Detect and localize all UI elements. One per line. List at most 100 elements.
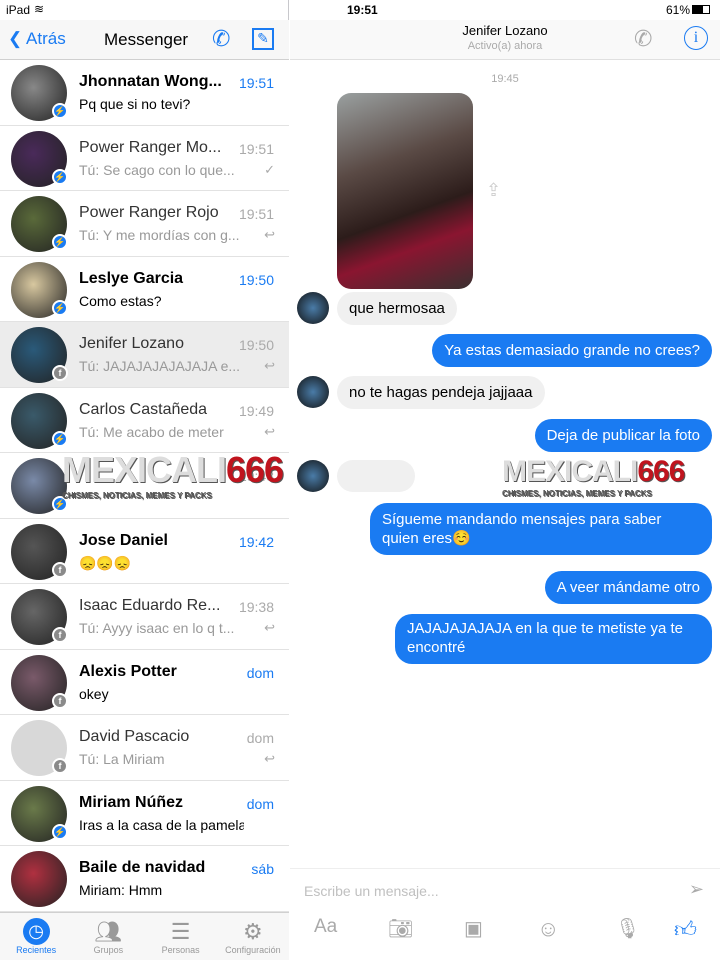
sidebar-header: ❮ Atrás Messenger ✆ ✎ xyxy=(0,20,289,60)
tab-recientes[interactable]: ◷ Recientes xyxy=(0,913,72,960)
avatar xyxy=(11,851,67,907)
conversation-row[interactable]: ⚡ Leslye Garcia 19:50 Como estas? xyxy=(0,256,289,322)
messenger-badge-icon: ⚡ xyxy=(52,430,68,447)
message-time: 19:42 xyxy=(238,533,274,550)
chat-pane: Jenifer Lozano Activo(a) ahora ✆ i 19:45… xyxy=(290,0,720,960)
contact-name: Jenifer Lozano xyxy=(79,335,184,352)
message-placeholder: Escribe un mensaje... xyxy=(304,883,439,899)
facebook-badge-icon: f xyxy=(52,561,68,578)
message-time: sáb xyxy=(251,861,274,877)
shared-photo[interactable] xyxy=(337,93,473,289)
conversation-row[interactable]: ⚡ Power Ranger Rojo 19:51 Tú: Y me mordías … xyxy=(0,191,289,257)
like-icon[interactable]: 👍︎ xyxy=(674,916,697,943)
clock: 19:51 xyxy=(347,3,378,17)
contact-name: Jhonnatan Wong... xyxy=(79,73,222,90)
chat-header: Jenifer Lozano Activo(a) ahora ✆ i xyxy=(290,20,720,60)
reply-icon: ↩ xyxy=(264,358,275,373)
message-snippet: Tú: Se cago con lo que... xyxy=(79,161,235,178)
conversation-row[interactable]: Baile de navidad sáb Miriam: Hmm xyxy=(0,846,289,912)
send-icon[interactable]: ➢ xyxy=(689,879,704,900)
message-snippet: Tú: Ayyy isaac en lo q t... xyxy=(79,620,235,636)
conversation-row[interactable]: ⚡ 19:48 MEXICALI666 CHISMES, NOTICIAS, MEME… xyxy=(0,449,289,519)
watermark-logo: MEXICALI666 CHISMES, NOTICIAS, MEMES Y PA… xyxy=(502,455,685,498)
share-icon[interactable]: ⇪ xyxy=(486,180,501,201)
contact-name: Baile de navidad xyxy=(79,859,206,876)
contact-name: Alexis Potter xyxy=(79,662,177,680)
conversation-row[interactable]: f Isaac Eduardo Re... 19:38 Tú: Ayyy isaac … xyxy=(0,584,289,650)
contact-name: Jose Daniel xyxy=(79,531,168,549)
message-snippet: Tú: La Miriam xyxy=(79,751,165,767)
tab-label: Personas xyxy=(161,945,200,955)
camera-icon[interactable]: 📷︎ xyxy=(388,916,413,941)
message-snippet: Miriam: Hmm xyxy=(79,882,163,898)
chat-contact-name: Jenifer Lozano xyxy=(462,23,548,38)
sent-check-icon: ✓ xyxy=(264,161,275,177)
conversation-row[interactable]: f Alexis Potter dom okey xyxy=(0,649,289,715)
avatar xyxy=(297,292,329,324)
microphone-icon[interactable]: 🎙︎ xyxy=(615,916,640,941)
clock-icon: ◷ xyxy=(22,918,50,945)
message-bubble: A veer mándame otro xyxy=(544,571,712,604)
message-snippet: Pq que si no tevi? xyxy=(79,96,191,112)
page-title: Messenger xyxy=(104,30,189,49)
message-time: 19:49 xyxy=(238,402,274,419)
phone-icon[interactable]: ✆ xyxy=(634,26,652,52)
conversation-row[interactable]: f Jenifer Lozano 19:50 Tú: JAJAJAJAJAJAJA e… xyxy=(0,322,289,388)
conversation-row[interactable]: f Jose Daniel 19:42 😞😞😞 xyxy=(0,518,289,584)
battery-icon xyxy=(692,5,710,14)
groups-icon: 👥︎ xyxy=(94,919,123,944)
reply-icon: ↩ xyxy=(264,227,275,242)
back-button[interactable]: ❮ Atrás xyxy=(8,29,66,49)
facebook-badge-icon: f xyxy=(52,692,68,709)
conversation-list: ⚡ Jhonnatan Wong... 19:51 Pq que si no tevi… xyxy=(0,60,289,912)
messenger-badge-icon: ⚡ xyxy=(52,299,68,316)
message-bubble: que hermosaa xyxy=(337,292,457,325)
tab-configuración[interactable]: ⚙ Configuración xyxy=(217,913,289,960)
photos-icon[interactable]: ▣ xyxy=(464,916,483,941)
phone-icon[interactable]: ✆ xyxy=(212,26,230,52)
compose-icon[interactable]: ✎ xyxy=(252,28,274,50)
message-snippet: Iras a la casa de la pamela? xyxy=(79,816,244,833)
message-bubble xyxy=(337,460,415,492)
message-time: 19:38 xyxy=(238,599,274,615)
message-bubble: JAJAJAJAJAJA en la que te metiste ya te … xyxy=(395,614,712,664)
conversation-row[interactable]: ⚡ Miriam Núñez dom Iras a la casa de la pam… xyxy=(0,780,289,846)
message-time: dom xyxy=(246,664,274,681)
facebook-badge-icon: f xyxy=(52,627,68,643)
message-time: dom xyxy=(246,730,274,746)
message-time: 19:50 xyxy=(238,337,274,353)
conversation-row[interactable]: ⚡ Power Ranger Mo... 19:51 Tú: Se cago con … xyxy=(0,125,289,191)
chat-status: Activo(a) ahora xyxy=(467,40,543,52)
contact-name: David Pascacio xyxy=(79,728,190,745)
message-input[interactable]: Escribe un mensaje... ➢ xyxy=(290,868,720,912)
conversation-row[interactable]: ⚡ Carlos Castañeda 19:49 Tú: Me acabo de me… xyxy=(0,387,289,453)
message-bubble: Deja de publicar la foto xyxy=(534,419,712,452)
reply-icon: ↩ xyxy=(264,423,275,439)
message-timestamp: 19:45 xyxy=(491,73,519,85)
tab-label: Grupos xyxy=(93,945,124,955)
message-time: dom xyxy=(246,795,274,812)
tab-grupos[interactable]: 👥︎ Grupos xyxy=(72,913,144,960)
message-bubble: no te hagas pendeja jajjaaa xyxy=(337,376,545,409)
tab-label: Recientes xyxy=(16,945,57,955)
message-snippet: Tú: JAJAJAJAJAJAJA e... xyxy=(79,358,241,374)
wifi-icon: ≋ xyxy=(34,2,45,16)
contact-name: Miriam Núñez xyxy=(79,793,184,811)
info-icon[interactable]: i xyxy=(684,26,708,50)
text-format-button[interactable]: Aa xyxy=(314,916,337,938)
message-bubble: Ya estas demasiado grande no crees? xyxy=(432,334,712,367)
conversation-row[interactable]: f David Pascacio dom Tú: La Miriam ↩ xyxy=(0,715,289,781)
message-time: 19:51 xyxy=(238,140,274,157)
conversation-row[interactable]: ⚡ Jhonnatan Wong... 19:51 Pq que si no tevi… xyxy=(0,60,289,126)
contact-name: Isaac Eduardo Re... xyxy=(79,597,221,614)
contact-name: Power Ranger Mo... xyxy=(79,138,222,156)
messenger-badge-icon: ⚡ xyxy=(52,103,68,119)
chevron-left-icon: ❮ xyxy=(8,29,23,48)
message-bubble: Sígueme mandando mensajes para saber qui… xyxy=(370,503,712,555)
gear-icon: ⚙ xyxy=(243,919,263,944)
list-icon: ☰ xyxy=(170,919,191,944)
emoji-icon[interactable]: ☺ xyxy=(537,916,559,942)
watermark-logo: MEXICALI666 CHISMES, NOTICIAS, MEMES Y PA… xyxy=(62,449,284,500)
tab-personas[interactable]: ☰ Personas xyxy=(145,913,217,960)
tab-label: Configuración xyxy=(225,945,281,955)
